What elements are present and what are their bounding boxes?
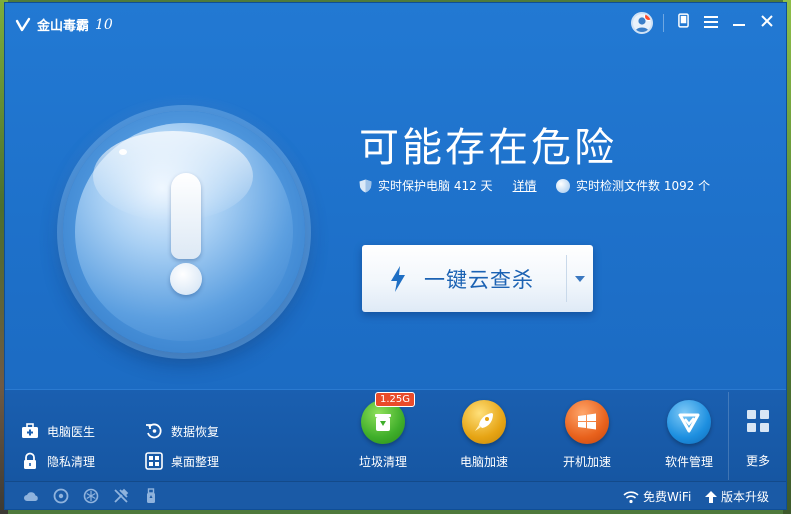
tool-pc-doctor[interactable]: 电脑医生 (21, 422, 95, 440)
logo-icon (15, 17, 31, 31)
scan-button-main[interactable]: 一键云查杀 (362, 245, 566, 312)
user-avatar-icon[interactable] (631, 12, 653, 34)
orb-sparkle (119, 149, 127, 155)
protect-info: 实时保护电脑 412 天 详情 (359, 177, 537, 194)
software-icon (678, 413, 700, 433)
protect-days-text: 实时保护电脑 412 天 (378, 179, 493, 193)
tool-privacy-clean-label: 隐私清理 (47, 454, 96, 469)
software-manager-circle (667, 400, 711, 444)
feature-junk-clean[interactable]: 1.25G 垃圾清理 (348, 392, 418, 470)
disc-icon[interactable] (53, 488, 69, 504)
tool-data-recovery-label: 数据恢复 (171, 424, 220, 439)
pc-speedup-circle (462, 400, 506, 444)
app-window: 金山毒霸 10 可能存在危险 实时保护电脑 412 天 详情 实时检测文件数 1… (4, 2, 787, 510)
tool-data-recovery[interactable]: 数据恢复 (145, 422, 219, 440)
wifi-icon (623, 490, 639, 503)
warning-exclamation-dot (170, 263, 202, 295)
shield-icon (359, 179, 372, 192)
tool-pc-doctor-label: 电脑医生 (47, 424, 96, 439)
restore-icon (146, 423, 162, 439)
lightning-icon (391, 265, 405, 292)
rocket-icon (475, 413, 493, 431)
free-wifi-label: 免费WiFi (643, 490, 692, 504)
app-logo: 金山毒霸 10 (15, 15, 113, 34)
medical-kit-icon (22, 423, 38, 438)
close-icon[interactable] (758, 13, 776, 33)
app-name: 金山毒霸 (37, 19, 90, 34)
status-footer: 免费WiFi 版本升级 (5, 481, 786, 509)
feature-pc-speedup-label: 电脑加速 (459, 455, 508, 469)
globe-icon (556, 178, 570, 193)
feature-junk-clean-label: 垃圾清理 (358, 455, 407, 469)
desktop-grid-icon (145, 452, 163, 470)
scanned-files-text: 实时检测文件数 1092 个 (576, 179, 711, 193)
cloud-icon[interactable] (23, 488, 39, 504)
feature-pc-speedup[interactable]: 电脑加速 (449, 400, 519, 470)
tools-icon[interactable] (113, 488, 129, 504)
bottom-toolbar: 电脑医生 数据恢复 隐私清理 桌面整理 1.25G 垃圾清理 电脑加速 开机加速… (5, 389, 786, 482)
phone-icon[interactable] (674, 13, 692, 33)
title-bar-divider (663, 14, 664, 32)
one-click-scan-button[interactable]: 一键云查杀 (362, 245, 593, 312)
app-version: 10 (95, 16, 113, 33)
snowflake-icon[interactable] (83, 488, 99, 504)
upload-arrow-icon (705, 490, 717, 503)
more-divider (728, 392, 729, 480)
feature-software-manager[interactable]: 软件管理 (654, 400, 724, 470)
lock-icon (24, 452, 36, 469)
detail-link[interactable]: 详情 (513, 177, 537, 194)
version-upgrade-label: 版本升级 (721, 490, 770, 504)
status-title: 可能存在危险 (359, 125, 617, 171)
feature-boot-speedup-label: 开机加速 (562, 455, 611, 469)
junk-size-badge: 1.25G (375, 392, 416, 407)
tool-desktop-organize-label: 桌面整理 (171, 454, 220, 469)
warning-exclamation-icon (171, 173, 201, 259)
recycle-icon (375, 414, 391, 431)
chevron-down-icon (575, 275, 585, 282)
more-label: 更多 (745, 454, 770, 468)
more-button[interactable]: 更多 (735, 410, 781, 469)
scan-button-label: 一键云查杀 (424, 267, 534, 292)
tool-privacy-clean[interactable]: 隐私清理 (21, 452, 95, 470)
usb-icon[interactable] (143, 488, 159, 504)
free-wifi-link[interactable]: 免费WiFi (623, 488, 691, 505)
tool-desktop-organize[interactable]: 桌面整理 (145, 452, 219, 470)
version-upgrade-link[interactable]: 版本升级 (705, 488, 769, 505)
menu-icon[interactable] (702, 13, 720, 33)
minimize-icon[interactable] (730, 13, 748, 33)
windows-icon (578, 413, 596, 430)
scan-options-dropdown[interactable] (567, 245, 593, 312)
junk-clean-circle: 1.25G (361, 392, 416, 444)
feature-boot-speedup[interactable]: 开机加速 (552, 400, 622, 470)
feature-software-manager-label: 软件管理 (664, 455, 713, 469)
title-bar-controls (631, 12, 776, 34)
boot-speedup-circle (565, 400, 609, 444)
notification-dot (644, 14, 651, 21)
scan-info: 实时检测文件数 1092 个 (556, 177, 710, 194)
grid-icon (747, 410, 769, 432)
